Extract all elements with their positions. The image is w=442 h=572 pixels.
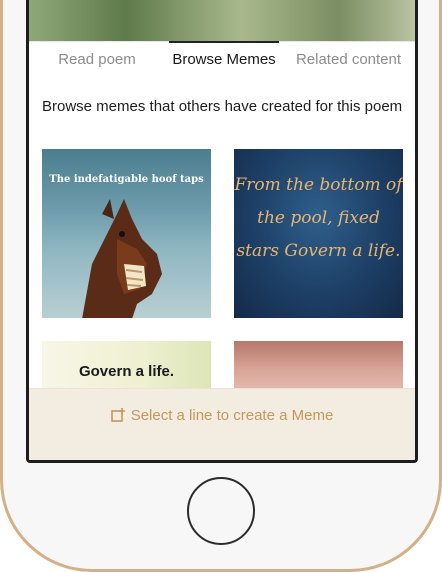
home-button[interactable] (187, 477, 255, 545)
create-meme-label: Select a line to create a Meme (130, 407, 334, 424)
active-tab-indicator (169, 41, 279, 43)
meme-card-2-text: From the bottom of the pool, fixed stars… (234, 175, 403, 261)
meme-card-1-caption: The indefatigable hoof taps (49, 174, 204, 185)
create-meme-icon (110, 408, 125, 422)
create-meme-bar[interactable]: Select a line to create a Meme (29, 388, 415, 460)
meme-card-1[interactable]: The indefatigable hoof taps (42, 149, 211, 318)
meme-card-3-text: Govern a life. (78, 363, 175, 380)
tab-related-content[interactable]: Related content (291, 41, 406, 81)
meme-card-2[interactable]: From the bottom of the pool, fixed stars… (234, 149, 403, 318)
create-meme-button[interactable]: Select a line to create a Meme (29, 407, 415, 424)
horse-image (82, 199, 162, 318)
tab-bar: Read poem Browse Memes Related content (29, 41, 415, 81)
tab-browse-memes[interactable]: Browse Memes (162, 41, 286, 81)
tab-read-poem[interactable]: Read poem (37, 41, 157, 81)
app-screen: Read poem Browse Memes Related content B… (26, 0, 418, 463)
header-image (29, 0, 415, 42)
browse-intro-text: Browse memes that others have created fo… (42, 98, 403, 115)
